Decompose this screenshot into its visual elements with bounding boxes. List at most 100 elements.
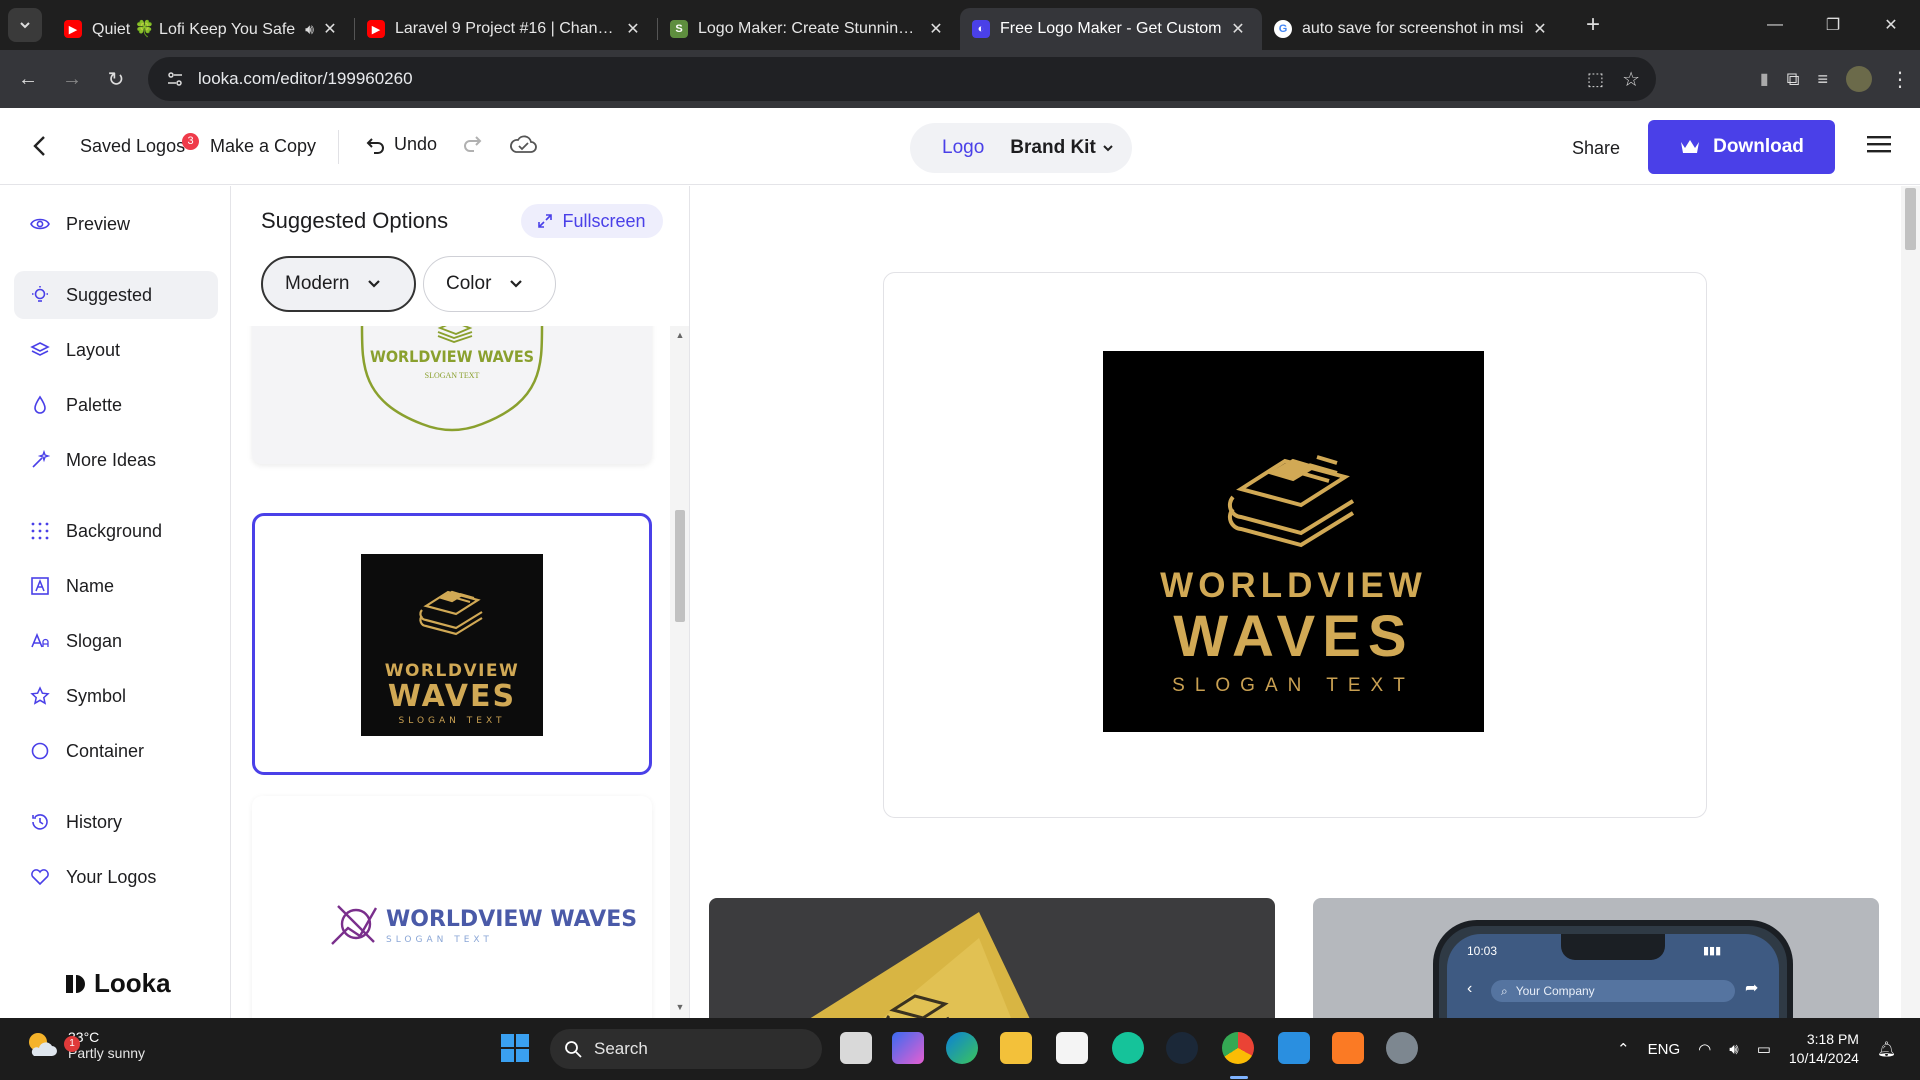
grammarly-icon[interactable] — [1112, 1032, 1144, 1064]
bookmark-star-icon[interactable]: ☆ — [1622, 67, 1640, 92]
restore-icon[interactable]: ❐ — [1804, 0, 1862, 50]
tab-title: Quiet 🍀 Lofi Keep You Safe — [92, 21, 296, 38]
make-copy-button[interactable]: Make a Copy — [210, 136, 316, 157]
browser-tab-2[interactable]: ▶ Laravel 9 Project #16 | Changing ✕ — [355, 8, 657, 50]
wifi-icon[interactable]: ◠ — [1698, 1040, 1711, 1058]
sidebar-item-container[interactable]: Container — [14, 727, 218, 775]
xampp-icon[interactable] — [1332, 1032, 1364, 1064]
drop-icon — [34, 395, 46, 414]
share-button[interactable]: Share — [1572, 138, 1620, 159]
media-control-icon[interactable]: ≡ — [1817, 69, 1828, 90]
looka-brand-logo[interactable]: Looka — [62, 968, 171, 999]
browser-tab-4[interactable]: ◐ Free Logo Maker - Get Custom ✕ — [960, 8, 1262, 50]
sidebar-item-slogan[interactable]: Slogan — [14, 617, 218, 665]
task-view-icon[interactable] — [840, 1032, 872, 1064]
address-bar-actions: ⬚ ☆ — [1587, 57, 1640, 101]
sidebar-item-more-ideas[interactable]: More Ideas — [14, 436, 218, 484]
suggestion-card[interactable]: WORLDVIEW WAVES SLOGAN TEXT — [252, 796, 652, 1018]
sidebar-item-your-logos[interactable]: Your Logos — [14, 853, 218, 901]
scrollbar-thumb[interactable] — [1905, 188, 1916, 250]
forward-icon[interactable]: → — [50, 57, 94, 101]
search-icon: ⌕ — [1501, 983, 1508, 998]
tab-title: Logo Maker: Create Stunning Logos — [698, 20, 920, 37]
sidebar-item-suggested[interactable]: Suggested — [14, 271, 218, 319]
battery-icon[interactable]: ▭ — [1757, 1040, 1771, 1058]
profile-avatar[interactable] — [1846, 66, 1872, 92]
suggestion-card-selected[interactable]: WORLDVIEW WAVES SLOGAN TEXT — [252, 513, 652, 775]
sidebar-item-preview[interactable]: Preview — [14, 200, 218, 248]
scrollbar-thumb[interactable] — [675, 510, 685, 622]
fullscreen-button[interactable]: Fullscreen — [521, 204, 663, 238]
sidebar-item-name[interactable]: Name — [14, 562, 218, 610]
puzzle-icon[interactable]: ⧉ — [1787, 69, 1800, 90]
new-tab-button[interactable]: + — [1578, 11, 1608, 39]
logo-preview[interactable]: WORLDVIEW WAVES SLOGAN TEXT — [1103, 351, 1484, 732]
chevron-up-icon[interactable]: ⌃ — [1617, 1040, 1630, 1058]
suggestion-card[interactable]: WORLDVIEW WAVES SLOGAN TEXT — [252, 326, 652, 464]
taskbar-search[interactable]: Search — [550, 1029, 822, 1069]
close-window-icon[interactable]: ✕ — [1862, 0, 1920, 50]
style-filter-dropdown[interactable]: Modern — [261, 256, 416, 312]
settings-gear-icon[interactable] — [1386, 1032, 1418, 1064]
windows-start-icon[interactable] — [500, 1033, 530, 1068]
panel-scrollbar[interactable]: ▲ ▼ — [670, 326, 689, 1018]
language-indicator[interactable]: ENG — [1648, 1041, 1681, 1058]
install-app-icon[interactable]: ⬚ — [1587, 69, 1604, 90]
active-app-indicator — [1230, 1076, 1248, 1079]
close-tab-icon[interactable]: ✕ — [1228, 19, 1248, 39]
sidebar-item-label: Background — [66, 520, 163, 541]
reload-icon[interactable]: ↻ — [94, 57, 138, 101]
sidebar-item-label: Slogan — [66, 630, 123, 651]
main-scrollbar[interactable] — [1901, 186, 1920, 1018]
close-tab-icon[interactable]: ✕ — [320, 19, 340, 39]
weather-widget[interactable]: 1 33°C Partly sunny — [24, 1028, 145, 1062]
sidebar-item-history[interactable]: History — [14, 798, 218, 846]
notification-bell-icon[interactable]: 🔔︎ — [1877, 1040, 1896, 1058]
back-icon[interactable]: ← — [6, 57, 50, 101]
hamburger-menu-icon[interactable] — [1866, 134, 1892, 159]
copilot-icon[interactable] — [892, 1032, 924, 1064]
speaker-icon[interactable]: 🔊︎ — [305, 21, 314, 38]
clock[interactable]: 3:18 PM 10/14/2024 — [1789, 1030, 1859, 1068]
close-tab-icon[interactable]: ✕ — [623, 19, 643, 39]
close-tab-icon[interactable]: ✕ — [926, 19, 946, 39]
browser-tab-5[interactable]: G auto save for screenshot in msi ✕ — [1262, 8, 1564, 50]
system-tray: ⌃ ENG ◠ 🔊︎ ▭ 3:18 PM 10/14/2024 🔔︎ — [1617, 1018, 1896, 1080]
phone-mockup[interactable]: 10:03 ▮▮▮ ⌕ Your Company ‹ ➦ — [1313, 898, 1879, 1018]
sidebar-item-symbol[interactable]: Symbol — [14, 672, 218, 720]
browser-tab-3[interactable]: S Logo Maker: Create Stunning Logos ✕ — [658, 8, 960, 50]
expand-icon — [538, 214, 553, 228]
sidebar-item-layout[interactable]: Layout — [14, 326, 218, 374]
tab-search-button[interactable] — [8, 8, 42, 42]
steam-icon[interactable] — [1166, 1032, 1198, 1064]
vscode-icon[interactable] — [1278, 1032, 1310, 1064]
color-filter-dropdown[interactable]: Color — [423, 256, 556, 312]
back-arrow-icon[interactable] — [26, 132, 54, 160]
microsoft-store-icon[interactable] — [1056, 1032, 1088, 1064]
address-bar[interactable]: looka.com/editor/199960260 ⬚ ☆ — [148, 57, 1656, 101]
tab-brand-kit[interactable]: Brand Kit — [1010, 137, 1114, 159]
fullscreen-label: Fullscreen — [562, 210, 646, 231]
tab-logo[interactable]: Logo — [942, 137, 984, 159]
scroll-up-arrow[interactable]: ▲ — [674, 330, 686, 342]
chrome-icon[interactable] — [1222, 1032, 1254, 1064]
undo-button[interactable]: Undo — [366, 134, 437, 155]
saved-logos-link[interactable]: Saved Logos — [80, 136, 185, 157]
minimize-icon[interactable]: — — [1746, 0, 1804, 50]
edge-icon[interactable] — [946, 1032, 978, 1064]
kebab-menu-icon[interactable]: ⋮ — [1890, 67, 1910, 92]
style-filter-value: Modern — [285, 273, 350, 294]
mouse-extension-icon[interactable]: ▮ — [1760, 69, 1769, 89]
close-tab-icon[interactable]: ✕ — [1530, 19, 1550, 39]
site-settings-icon[interactable] — [160, 64, 190, 94]
sidebar-item-background[interactable]: Background — [14, 507, 218, 555]
download-button[interactable]: Download — [1648, 120, 1835, 174]
redo-icon[interactable] — [462, 134, 482, 157]
browser-tab-1[interactable]: ▶ Quiet 🍀 Lofi Keep You Safe 🔊︎ ✕ — [52, 8, 354, 50]
scroll-down-arrow[interactable]: ▼ — [674, 1002, 686, 1014]
business-card-mockup[interactable] — [709, 898, 1275, 1018]
gold-card-graphic — [810, 912, 1030, 1018]
volume-icon[interactable]: 🔊︎ — [1729, 1041, 1738, 1058]
sidebar-item-palette[interactable]: Palette — [14, 381, 218, 429]
file-explorer-icon[interactable] — [1000, 1032, 1032, 1064]
